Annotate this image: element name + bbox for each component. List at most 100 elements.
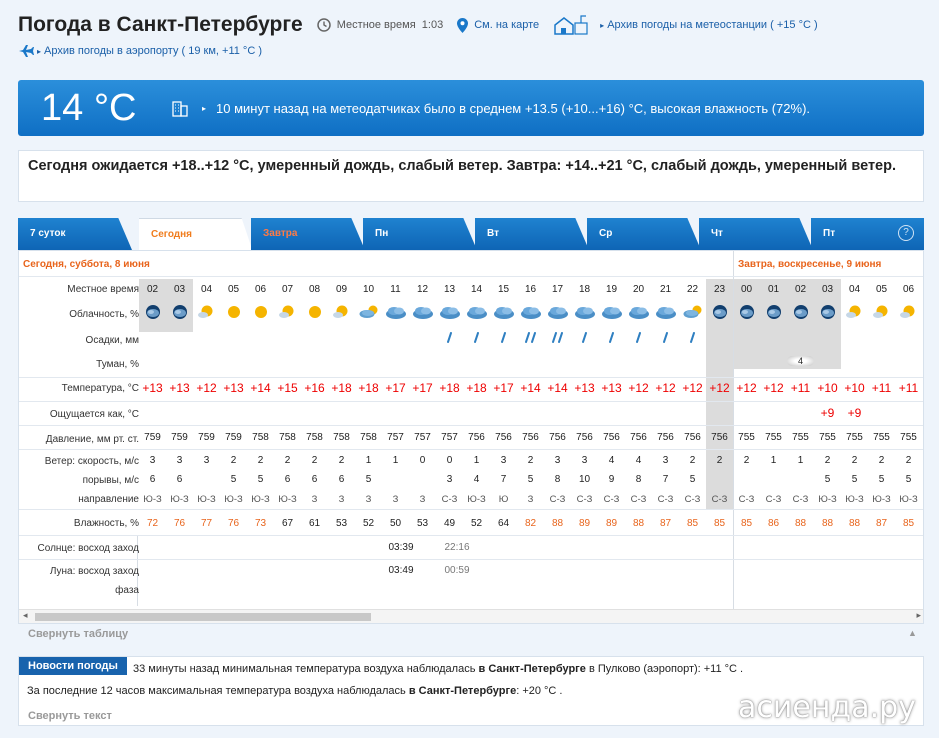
humidity-cell: 76	[227, 518, 240, 529]
scrollbar-thumb[interactable]	[35, 613, 371, 621]
humidity-cell: 53	[416, 518, 429, 529]
tab-monday[interactable]: Пн	[363, 218, 477, 250]
tab-tuesday[interactable]: Вт	[475, 218, 589, 250]
archive-airport-link[interactable]: Архив погоды в аэропорту ( 19 км, +11 °C…	[44, 45, 262, 57]
wind-speed-cell: 2	[311, 455, 318, 466]
scroll-right-icon[interactable]: ▸	[916, 610, 921, 621]
tab-7-days[interactable]: 7 суток	[18, 218, 132, 250]
row-label-gusts: порывы, м/с	[82, 475, 139, 486]
wind-direction-cell: Ю-З	[224, 494, 243, 505]
hour-cell: 16	[524, 284, 537, 295]
hour-cell: 05	[875, 284, 888, 295]
pressure-cell: 756	[684, 432, 701, 443]
news-line-1-value: в Пулково (аэропорт): +11 °C .	[588, 663, 744, 675]
wind-gust-cell: 6	[284, 474, 291, 485]
wind-speed-cell: 4	[635, 455, 642, 466]
archive-station-link[interactable]: Архив погоды на метеостанции ( +15 °C )	[607, 19, 817, 31]
hour-cell: 06	[902, 284, 915, 295]
feels-like-cell: +9	[847, 406, 862, 420]
wind-direction-cell: С-З	[549, 494, 566, 505]
humidity-cell: 89	[578, 518, 591, 529]
scroll-left-icon[interactable]: ◂	[23, 610, 28, 621]
wind-gust-cell: 5	[878, 474, 885, 485]
row-label-cloud: Облачность, %	[69, 309, 139, 320]
wind-direction-cell: С-З	[576, 494, 593, 505]
cloud-icon	[598, 304, 625, 322]
night-cloud-icon	[139, 304, 166, 322]
wind-speed-cell: 1	[392, 455, 399, 466]
humidity-cell: 53	[335, 518, 348, 529]
hour-cell: 04	[848, 284, 861, 295]
pressure-cell: 759	[225, 432, 242, 443]
forecast-table: Сегодня, суббота, 8 июня Завтра, воскресе…	[18, 250, 924, 624]
wind-speed-cell: 2	[905, 455, 912, 466]
hour-cell: 23	[713, 284, 726, 295]
sun-icon	[220, 304, 247, 322]
collapse-table-button[interactable]: Свернуть таблицу	[28, 628, 128, 640]
rain-drop-icon	[490, 331, 517, 347]
wind-direction-cell: С-З	[792, 494, 809, 505]
news-line-2-value: : +20 °C .	[516, 685, 563, 697]
wind-direction-cell: З	[527, 494, 534, 505]
cloud-icon	[463, 304, 490, 322]
wind-gust-cell: 8	[554, 474, 561, 485]
hour-cell: 14	[470, 284, 483, 295]
tab-thursday[interactable]: Чт	[699, 218, 813, 250]
sunrise-time: 03:39	[388, 542, 414, 553]
humidity-cell: 88	[821, 518, 834, 529]
humidity-cell: 64	[497, 518, 510, 529]
night-cloud-icon	[814, 304, 841, 322]
horizontal-scrollbar[interactable]: ◂ ▸	[19, 609, 923, 623]
header: Погода в Санкт-Петербурге Местное время …	[18, 10, 832, 40]
rain-drop-icon	[436, 331, 463, 347]
wind-direction-cell: С-З	[603, 494, 620, 505]
wind-speed-cell: 2	[878, 455, 885, 466]
pressure-cell: 757	[387, 432, 404, 443]
humidity-cell: 88	[794, 518, 807, 529]
building-icon	[172, 101, 188, 117]
humidity-cell: 52	[470, 518, 483, 529]
help-icon[interactable]: ?	[898, 225, 914, 241]
archive-airport[interactable]: ▸ Архив погоды в аэропорту ( 19 км, +11 …	[18, 44, 262, 58]
map-pin-icon	[457, 17, 469, 33]
wind-direction-cell: С-З	[684, 494, 701, 505]
hour-cell: 01	[767, 284, 780, 295]
temperature-cell: +16	[304, 381, 325, 395]
collapse-text-button[interactable]: Свернуть текст	[28, 710, 112, 722]
map-link[interactable]: См. на карте	[457, 17, 539, 33]
clock-icon	[317, 18, 331, 32]
pressure-cell: 758	[252, 432, 269, 443]
hour-cell: 00	[740, 284, 753, 295]
sun-cloud-icon	[274, 304, 301, 322]
collapse-up-icon[interactable]: ▲	[908, 628, 917, 638]
wind-direction-cell: С-З	[441, 494, 458, 505]
hour-cell: 20	[632, 284, 645, 295]
temperature-cell: +12	[709, 381, 730, 395]
map-link-text[interactable]: См. на карте	[474, 19, 539, 31]
temperature-cell: +14	[520, 381, 541, 395]
humidity-cell: 61	[308, 518, 321, 529]
wind-direction-cell: С-З	[657, 494, 674, 505]
rain-drop-icon	[652, 331, 679, 347]
watermark: асиенда.ру	[738, 690, 916, 725]
tab-wednesday[interactable]: Ср	[587, 218, 701, 250]
row-separator	[19, 377, 923, 378]
wind-gust-cell: 5	[230, 474, 237, 485]
row-separator	[19, 276, 923, 277]
tab-today[interactable]: Сегодня	[139, 218, 253, 252]
tab-tomorrow[interactable]: Завтра	[251, 218, 365, 250]
temperature-cell: +17	[493, 381, 514, 395]
temperature-cell: +12	[763, 381, 784, 395]
wind-gust-cell: 7	[662, 474, 669, 485]
news-line-1-text: 33 минуты назад минимальная температура …	[133, 663, 476, 675]
hour-cell: 15	[497, 284, 510, 295]
humidity-cell: 85	[686, 518, 699, 529]
sun-icon	[301, 304, 328, 322]
row-label-pressure: Давление, мм рт. ст.	[45, 434, 139, 445]
wind-direction-cell: Ю-З	[251, 494, 270, 505]
archive-station[interactable]: ▸ Архив погоды на метеостанции ( +15 °C …	[553, 15, 818, 35]
row-label-sun: Солнце: восход заход	[37, 543, 139, 554]
temperature-cell: +17	[412, 381, 433, 395]
sun-cloud-icon	[328, 304, 355, 322]
row-label-phase: фаза	[115, 585, 139, 596]
